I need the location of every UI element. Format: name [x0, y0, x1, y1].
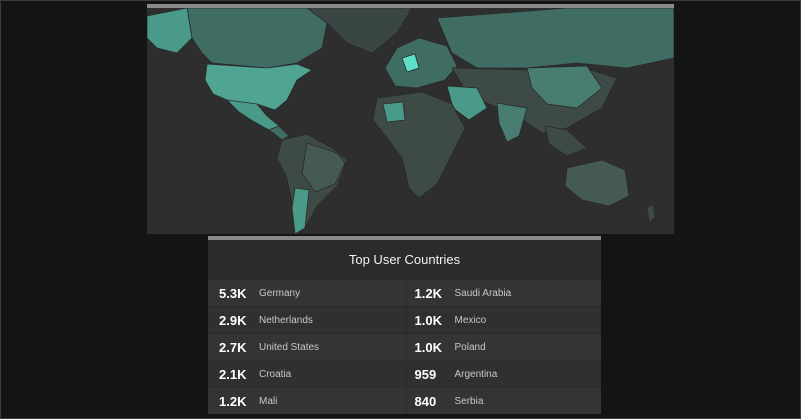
table-row: 2.7K United States 1.0K Poland [208, 334, 601, 360]
country-name: Mali [259, 395, 278, 407]
country-name: Croatia [259, 368, 292, 380]
table-row: 1.2K Mali 840 Serbia [208, 388, 601, 414]
world-map-panel [147, 4, 674, 234]
country-cell-serbia[interactable]: 840 Serbia [405, 388, 601, 414]
countries-table: 5.3K Germany 1.2K Saudi Arabia 2.9K Neth… [208, 280, 601, 414]
country-cell-croatia[interactable]: 2.1K Croatia [208, 361, 406, 387]
country-cell-saudi-arabia[interactable]: 1.2K Saudi Arabia [405, 280, 601, 306]
table-row: 5.3K Germany 1.2K Saudi Arabia [208, 280, 601, 306]
country-name: Netherlands [259, 314, 313, 326]
panel-title: Top User Countries [348, 252, 461, 267]
country-cell-germany[interactable]: 5.3K Germany [208, 280, 406, 306]
user-count: 2.7K [219, 339, 247, 355]
country-name: Argentina [454, 368, 498, 380]
user-count: 1.0K [414, 312, 442, 328]
country-name: Serbia [454, 395, 484, 407]
user-count: 1.2K [414, 285, 442, 301]
country-cell-argentina[interactable]: 959 Argentina [405, 361, 601, 387]
user-count: 1.2K [219, 393, 247, 409]
user-count: 5.3K [219, 285, 247, 301]
country-name: United States [259, 341, 320, 353]
user-count: 1.0K [414, 339, 442, 355]
user-count: 840 [414, 393, 437, 409]
table-row: 2.1K Croatia 959 Argentina [208, 361, 601, 387]
map-region-mali[interactable] [382, 101, 406, 123]
country-name: Poland [454, 341, 486, 353]
table-row: 2.9K Netherlands 1.0K Mexico [208, 307, 601, 333]
country-name: Saudi Arabia [454, 287, 512, 299]
country-name: Mexico [454, 314, 487, 326]
world-map [147, 8, 674, 234]
country-cell-united-states[interactable]: 2.7K United States [208, 334, 406, 360]
country-cell-mexico[interactable]: 1.0K Mexico [405, 307, 601, 333]
country-cell-poland[interactable]: 1.0K Poland [405, 334, 601, 360]
country-cell-mali[interactable]: 1.2K Mali [208, 388, 406, 414]
country-cell-netherlands[interactable]: 2.9K Netherlands [208, 307, 406, 333]
country-name: Germany [259, 287, 301, 299]
user-count: 2.9K [219, 312, 247, 328]
user-count: 959 [414, 366, 437, 382]
map-region-russia[interactable] [436, 8, 674, 69]
top-user-countries-panel: Top User Countries 5.3K Germany 1.2K Sau… [208, 236, 601, 414]
user-count: 2.1K [219, 366, 247, 382]
